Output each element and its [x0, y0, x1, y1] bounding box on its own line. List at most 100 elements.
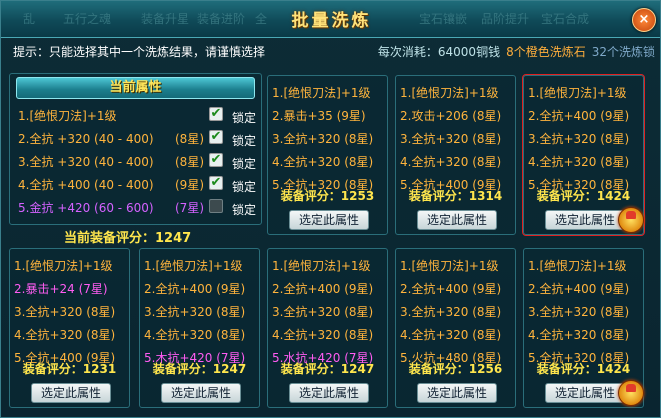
result-attr-line: 1.[绝恨刀法]+1级 — [272, 86, 371, 100]
result-score-value: 1314 — [468, 189, 503, 203]
result-score-label: 装备评分： — [408, 189, 469, 203]
lock-checkbox[interactable]: ✔ — [209, 130, 223, 144]
result-score-value: 1424 — [596, 362, 631, 376]
result-attr-line: 3.全抗+320 (8星) — [272, 132, 374, 146]
result-attr-line: 2.全抗+400 (9星) — [528, 282, 630, 296]
result-attr-line: 1.[绝恨刀法]+1级 — [144, 259, 243, 273]
lock-checkbox[interactable]: ✔ — [209, 153, 223, 167]
current-attr-text: 3.全抗 +320 (40 - 400) — [18, 155, 154, 169]
select-attribute-button[interactable]: 选定此属性 — [545, 210, 625, 230]
refine-result-card: 1.[绝恨刀法]+1级 2.全抗+400 (9星) 3.全抗+320 (8星) 4.全… — [522, 74, 645, 236]
close-icon: × — [638, 12, 650, 27]
result-attr-line: 2.攻击+206 (8星) — [400, 109, 502, 123]
result-score: 装备评分：1253 — [268, 187, 387, 204]
lock-checkbox[interactable]: ✔ — [209, 176, 223, 190]
result-score-label: 装备评分： — [536, 189, 597, 203]
result-attr-line: 1.[绝恨刀法]+1级 — [14, 259, 113, 273]
result-score: 装备评分：1231 — [10, 360, 129, 377]
current-attributes-header: 当前属性 — [16, 77, 255, 99]
treasure-bag-icon[interactable] — [618, 380, 644, 406]
current-attr-star: (8星) — [175, 132, 204, 146]
result-score: 装备评分：1247 — [140, 360, 259, 377]
result-score: 装备评分：1256 — [396, 360, 515, 377]
result-score-label: 装备评分： — [536, 362, 597, 376]
result-attr-line: 3.全抗+320 (8星) — [528, 305, 630, 319]
result-attr-line: 2.暴击+24 (7星) — [14, 282, 108, 296]
result-attr-line: 1.[绝恨刀法]+1级 — [400, 259, 499, 273]
treasure-bag-icon[interactable] — [618, 207, 644, 233]
result-attr-line: 4.全抗+320 (8星) — [400, 155, 502, 169]
current-score-value: 1247 — [155, 231, 192, 246]
result-attr-line: 4.全抗+320 (8星) — [144, 328, 246, 342]
current-attributes-panel: 当前属性 1.[绝恨刀法]+1级 ✔ 锁定 2.全抗 +320 (40 - 400) (… — [9, 73, 262, 225]
result-score-label: 装备评分： — [22, 362, 83, 376]
result-attr-line: 3.全抗+320 (8星) — [528, 132, 630, 146]
result-score-label: 装备评分： — [280, 189, 341, 203]
result-score-value: 1247 — [212, 362, 247, 376]
refine-result-card: 1.[绝恨刀法]+1级 2.全抗+400 (9星) 3.全抗+320 (8星) 4.全… — [139, 248, 260, 408]
current-attr-text: 1.[绝恨刀法]+1级 — [18, 109, 117, 123]
result-score-value: 1247 — [340, 362, 375, 376]
lock-checkbox[interactable] — [209, 199, 223, 213]
result-attr-line: 3.全抗+320 (8星) — [400, 132, 502, 146]
current-score: 当前装备评分：1247 — [64, 227, 191, 246]
refine-lock-count: 32个洗炼锁 — [591, 45, 655, 59]
cost-summary: 每次消耗：64000铜钱 8个橙色洗炼石 32个洗炼锁 — [378, 41, 655, 63]
result-attr-line: 3.全抗+320 (8星) — [144, 305, 246, 319]
select-attribute-button[interactable]: 选定此属性 — [289, 210, 369, 230]
result-score-value: 1256 — [468, 362, 503, 376]
result-score-label: 装备评分： — [280, 362, 341, 376]
result-attr-line: 4.全抗+320 (8星) — [14, 328, 116, 342]
result-attr-line: 4.全抗+320 (8星) — [528, 328, 630, 342]
result-score: 装备评分：1424 — [524, 187, 643, 204]
lock-label: 锁定 — [232, 203, 257, 217]
result-score: 装备评分：1424 — [524, 360, 643, 377]
current-attr-text: 4.全抗 +400 (40 - 400) — [18, 178, 154, 192]
select-attribute-button[interactable]: 选定此属性 — [417, 210, 497, 230]
result-attr-line: 2.全抗+400 (9星) — [144, 282, 246, 296]
result-attr-line: 2.全抗+400 (9星) — [400, 282, 502, 296]
result-score-value: 1424 — [596, 189, 631, 203]
current-attr-text: 2.全抗 +320 (40 - 400) — [18, 132, 154, 146]
result-score-label: 装备评分： — [408, 362, 469, 376]
select-attribute-button[interactable]: 选定此属性 — [545, 383, 625, 403]
batch-refine-window: 乱 五行之魂 装备升星 装备进阶 全 宝石镶嵌 品阶提升 宝石合成 批量洗炼 ×… — [0, 0, 661, 418]
result-attr-line: 2.全抗+400 (9星) — [528, 109, 630, 123]
select-attribute-button[interactable]: 选定此属性 — [31, 383, 111, 403]
select-attribute-button[interactable]: 选定此属性 — [289, 383, 369, 403]
result-attr-line: 1.[绝恨刀法]+1级 — [528, 86, 627, 100]
select-attribute-button[interactable]: 选定此属性 — [161, 383, 241, 403]
current-attr-star: (9星) — [175, 178, 204, 192]
result-score-value: 1231 — [82, 362, 117, 376]
refine-result-card: 1.[绝恨刀法]+1级 2.全抗+400 (9星) 3.全抗+320 (8星) 4.全… — [267, 248, 388, 408]
bag-knot — [626, 384, 636, 392]
result-attr-line: 1.[绝恨刀法]+1级 — [400, 86, 499, 100]
select-attribute-button[interactable]: 选定此属性 — [417, 383, 497, 403]
refine-result-card: 1.[绝恨刀法]+1级 2.全抗+400 (9星) 3.全抗+320 (8星) 4.全… — [395, 248, 516, 408]
current-score-label: 当前装备评分： — [64, 231, 156, 246]
result-attr-line: 4.全抗+320 (8星) — [528, 155, 630, 169]
bag-knot — [626, 211, 636, 219]
current-attr-star: (7星) — [175, 201, 204, 215]
result-attr-line: 1.[绝恨刀法]+1级 — [528, 259, 627, 273]
lock-checkbox[interactable]: ✔ — [209, 107, 223, 121]
lock-label: 锁定 — [232, 180, 257, 194]
title-bar[interactable]: 乱 五行之魂 装备升星 装备进阶 全 宝石镶嵌 品阶提升 宝石合成 批量洗炼 × — [1, 1, 660, 38]
result-attr-line: 3.全抗+320 (8星) — [272, 305, 374, 319]
result-attr-line: 2.暴击+35 (9星) — [272, 109, 366, 123]
result-attr-line: 2.全抗+400 (9星) — [272, 282, 374, 296]
refine-stone-cost: 8个橙色洗炼石 — [506, 45, 586, 59]
refine-result-card: 1.[绝恨刀法]+1级 2.攻击+206 (8星) 3.全抗+320 (8星) 4.全… — [395, 75, 516, 235]
copper-cost: 每次消耗：64000铜钱 — [377, 45, 501, 59]
result-attr-line: 3.全抗+320 (8星) — [400, 305, 502, 319]
result-score-value: 1253 — [340, 189, 375, 203]
result-attr-line: 4.全抗+320 (8星) — [272, 155, 374, 169]
current-attr-star: (8星) — [175, 155, 204, 169]
result-score: 装备评分：1314 — [396, 187, 515, 204]
current-attr-text: 5.金抗 +420 (60 - 600) — [18, 201, 154, 215]
result-score: 装备评分：1247 — [268, 360, 387, 377]
window-title: 批量洗炼 — [291, 11, 372, 31]
close-button[interactable]: × — [632, 8, 656, 32]
result-score-label: 装备评分： — [152, 362, 213, 376]
lock-label: 锁定 — [232, 111, 257, 125]
